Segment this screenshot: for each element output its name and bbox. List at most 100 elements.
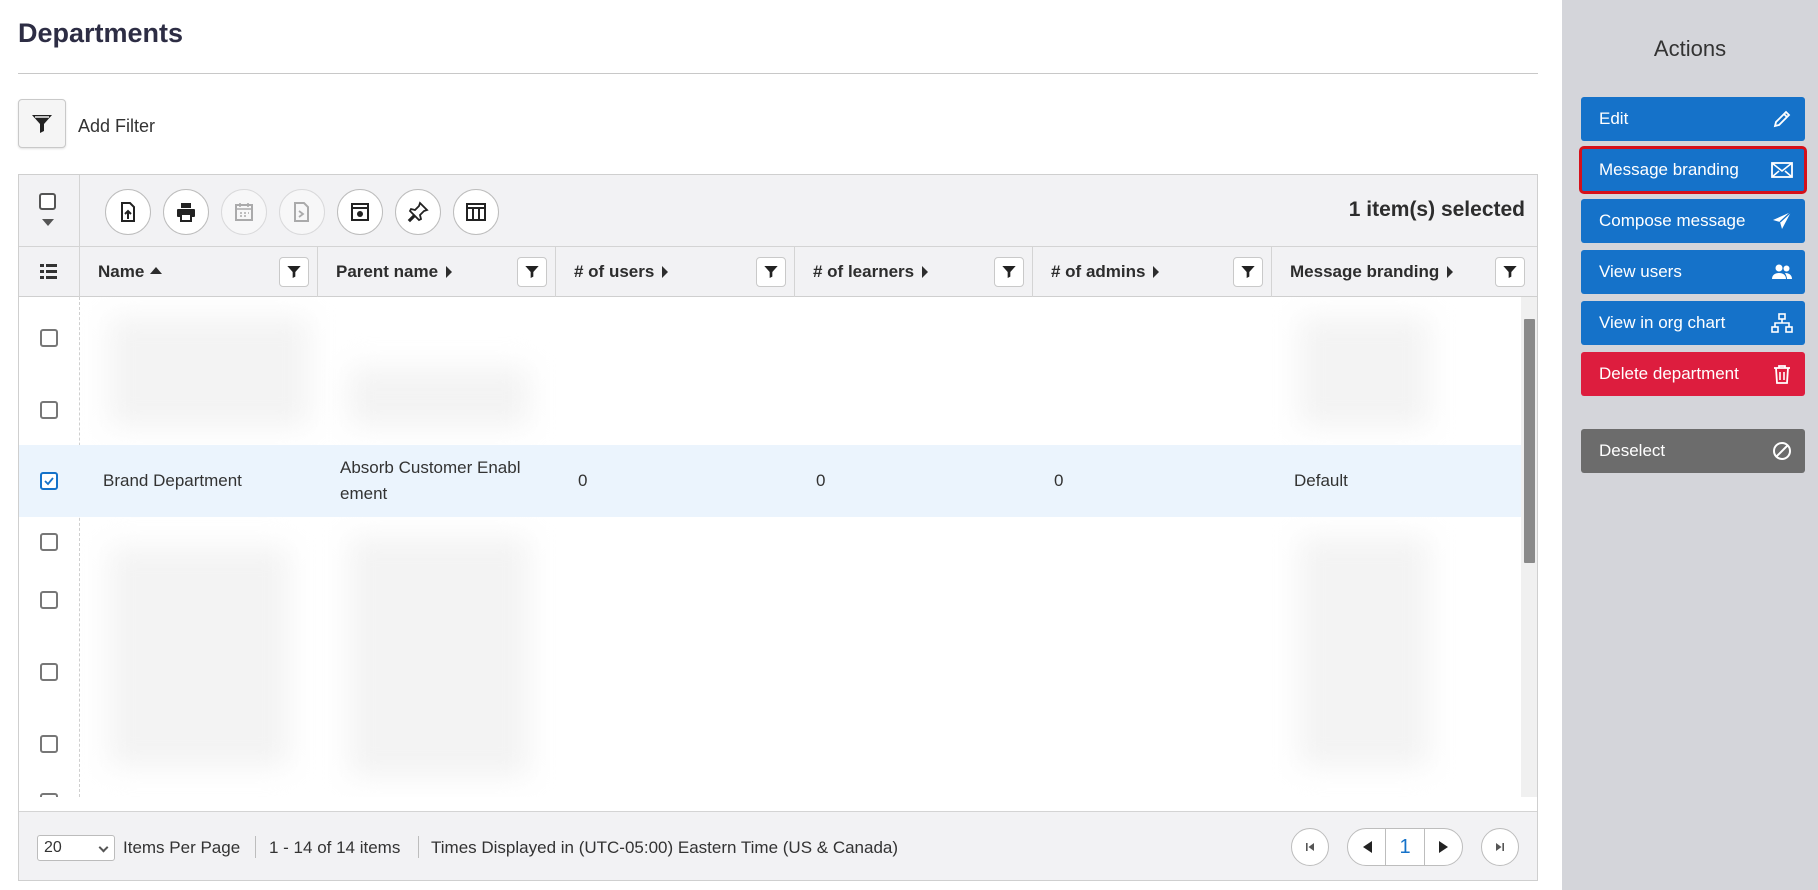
first-page-button[interactable] [1291,828,1329,866]
sort-indicator-icon [1447,265,1454,278]
view-users-button-label: View users [1599,262,1682,281]
next-page-button[interactable] [1425,829,1462,865]
select-all-checkbox[interactable] [39,193,56,210]
add-filter-button[interactable] [18,99,66,148]
selected-count: 1 item(s) selected [1348,198,1525,221]
pin-icon [407,201,429,223]
sort-indicator-icon [1153,265,1160,278]
row-checkbox[interactable] [40,735,58,753]
row-checkbox-checked[interactable] [40,472,58,490]
footer-divider [418,836,419,858]
previous-page-button[interactable] [1348,829,1385,865]
main-content: Departments Add Filter 1 item(s) selecte… [0,0,1562,890]
columns-button[interactable] [453,189,499,235]
header-view-options[interactable] [19,247,80,297]
message-branding-button[interactable]: Message branding [1579,146,1807,194]
toolbar-icons [105,189,499,235]
envelope-icon [1771,159,1793,181]
timezone-info: Times Displayed in (UTC-05:00) Eastern T… [431,838,899,857]
row-message-branding: Default [1294,471,1348,490]
delete-department-button-label: Delete department [1599,364,1739,383]
name-filter-button[interactable] [279,257,309,287]
funnel-icon [1002,266,1016,278]
header-users[interactable]: # of users [556,247,795,297]
report-icon [294,202,309,222]
admins-filter-button[interactable] [1233,257,1263,287]
view-in-org-chart-button[interactable]: View in org chart [1581,301,1805,345]
schedule-button[interactable] [221,189,267,235]
row-parent-name-line2: ement [340,484,388,503]
header-parent-name-label: Parent name [336,262,453,282]
departments-grid: 1 item(s) selected Name Parent name # of… [18,174,1538,881]
add-filter-label[interactable]: Add Filter [78,116,155,137]
footer-divider [255,836,256,858]
row-checkbox[interactable] [40,533,58,551]
blurred-content [109,317,309,427]
header-users-label: # of users [574,262,669,282]
row-checkbox[interactable] [40,329,58,347]
select-options-caret-icon[interactable] [42,219,54,226]
parent-name-filter-button[interactable] [517,257,547,287]
actions-sidebar: Actions Edit Message branding Compose me… [1562,0,1818,890]
header-message-branding[interactable]: Message branding [1272,247,1537,297]
pin-button[interactable] [395,189,441,235]
view-users-button[interactable]: View users [1581,250,1805,294]
funnel-icon [764,266,778,278]
row-users: 0 [578,471,588,490]
pagination-control: 1 [1347,828,1463,866]
grid-toolbar: 1 item(s) selected [19,175,1537,247]
export-button[interactable] [105,189,151,235]
blurred-content [349,537,529,777]
sort-indicator-icon [446,265,453,278]
items-per-page-label: Items Per Page [123,838,241,857]
blurred-content [1299,537,1429,767]
edit-button-label: Edit [1599,109,1629,128]
delete-department-button[interactable]: Delete department [1581,352,1805,396]
items-range: 1 - 14 of 14 items [269,838,401,857]
row-admins: 0 [1054,471,1064,490]
header-message-branding-label: Message branding [1290,262,1454,282]
print-icon [177,203,195,222]
pencil-icon [1771,108,1793,130]
learners-filter-button[interactable] [994,257,1024,287]
sort-ascending-icon [150,267,163,275]
caret-left-icon [1362,841,1372,853]
actions-title: Actions [1653,36,1727,61]
report-button[interactable] [279,189,325,235]
row-checkbox[interactable] [40,663,58,681]
users-icon [1771,261,1793,283]
row-checkbox[interactable] [40,591,58,609]
row-parent-name-line1: Absorb Customer Enabl [340,458,521,477]
header-learners[interactable]: # of learners [795,247,1033,297]
scrollbar-thumb[interactable] [1524,319,1535,563]
row-checkbox[interactable] [40,793,58,797]
last-page-button[interactable] [1481,828,1519,866]
current-page[interactable]: 1 [1385,829,1425,865]
funnel-icon [525,266,539,278]
view-in-org-chart-button-label: View in org chart [1599,313,1726,332]
deselect-button[interactable]: Deselect [1581,429,1805,473]
users-filter-button[interactable] [756,257,786,287]
grid-settings-button[interactable] [337,189,383,235]
departments-page: Departments Add Filter 1 item(s) selecte… [0,0,1818,890]
export-icon [121,202,135,222]
items-per-page-select[interactable]: 20 [37,835,115,861]
compose-message-button[interactable]: Compose message [1581,199,1805,243]
header-name[interactable]: Name [80,247,318,297]
paper-plane-icon [1771,210,1793,232]
title-divider [18,73,1538,74]
funnel-icon [1503,266,1517,278]
print-button[interactable] [163,189,209,235]
chevron-down-icon [98,842,109,853]
grid-header: Name Parent name # of users # of learner… [19,247,1537,297]
select-all-cell [19,175,80,247]
header-parent-name[interactable]: Parent name [318,247,556,297]
funnel-icon [32,114,52,133]
header-admins[interactable]: # of admins [1033,247,1272,297]
edit-button[interactable]: Edit [1581,97,1805,141]
row-checkbox[interactable] [40,401,58,419]
ban-icon [1771,440,1793,462]
grid-scrollbar[interactable] [1521,297,1537,797]
message-branding-filter-button[interactable] [1495,257,1525,287]
settings-icon [351,203,369,221]
